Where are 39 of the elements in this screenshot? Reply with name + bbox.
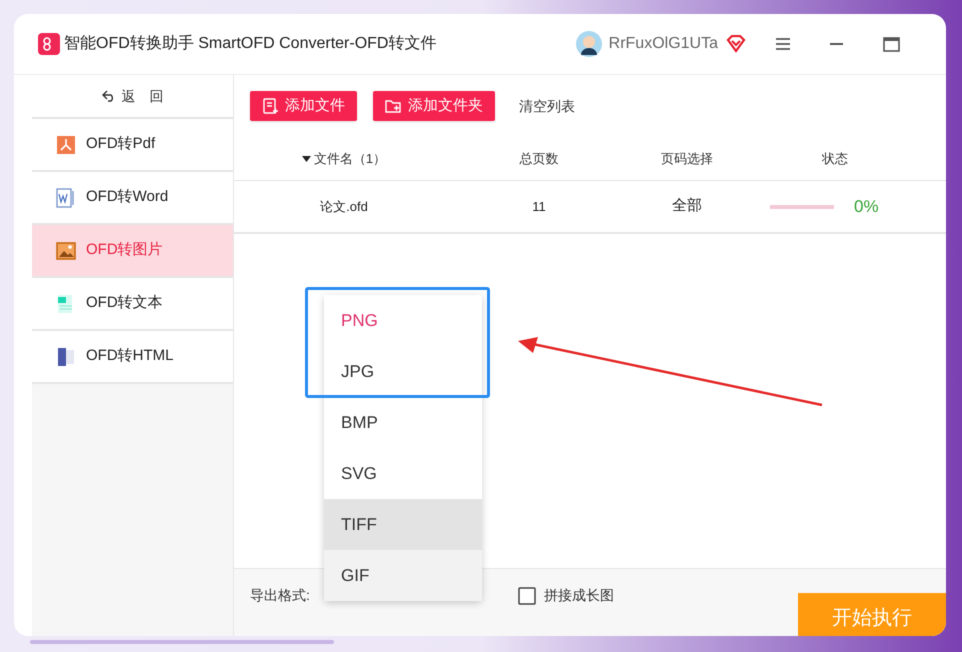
format-label: 导出格式: — [250, 586, 310, 605]
column-header: 总页数 — [520, 150, 558, 168]
format-option[interactable]: SVG — [324, 448, 482, 499]
file-type-icon — [56, 240, 76, 260]
add-file-button[interactable]: 添加文件 — [250, 91, 357, 121]
table-cell-text: 11 — [532, 198, 546, 216]
user-name: RrFuxOlG1UTa — [608, 34, 718, 54]
back-button[interactable]: 返 回 — [102, 86, 164, 106]
file-type-icon — [56, 134, 76, 154]
menu-icon[interactable] — [776, 38, 790, 50]
sidebar-item[interactable]: OFD转Word — [32, 172, 233, 225]
back-arrow-icon — [102, 90, 116, 102]
file-type-icon — [56, 346, 76, 366]
progress-percent: 0% — [854, 196, 879, 218]
maximize-icon[interactable] — [883, 36, 900, 52]
table-cell-text: 论文.ofd — [320, 198, 368, 216]
avatar-icon — [576, 31, 602, 57]
add-folder-button[interactable]: 添加文件夹 — [373, 91, 495, 121]
clear-list-button[interactable]: 清空列表 — [519, 96, 575, 116]
sidebar-item[interactable]: OFD转Pdf — [32, 119, 233, 172]
sidebar-item[interactable]: OFD转文本 — [32, 278, 233, 331]
table-cell-text: 全部 — [672, 196, 702, 216]
file-type-icon — [56, 188, 76, 208]
format-option[interactable]: BMP — [324, 397, 482, 448]
merge-long-image-checkbox[interactable]: 拼接成长图 — [518, 585, 614, 606]
sidebar-item[interactable]: OFD转HTML — [32, 331, 233, 384]
window-title: 智能OFD转换助手 SmartOFD Converter-OFD转文件 — [64, 34, 436, 54]
sort-down-icon[interactable] — [302, 156, 311, 162]
column-header: 状态 — [822, 150, 848, 168]
vip-diamond-icon[interactable] — [726, 35, 746, 53]
format-option[interactable]: GIF — [324, 550, 482, 601]
column-header: 文件名（1） — [314, 150, 386, 168]
format-option[interactable]: TIFF — [324, 499, 482, 550]
format-option[interactable]: PNG — [324, 295, 482, 346]
document-plus-icon — [262, 98, 279, 114]
format-option[interactable]: JPG — [324, 346, 482, 397]
folder-plus-icon — [385, 98, 402, 114]
column-header: 页码选择 — [661, 150, 713, 168]
app-logo-icon — [38, 33, 60, 55]
